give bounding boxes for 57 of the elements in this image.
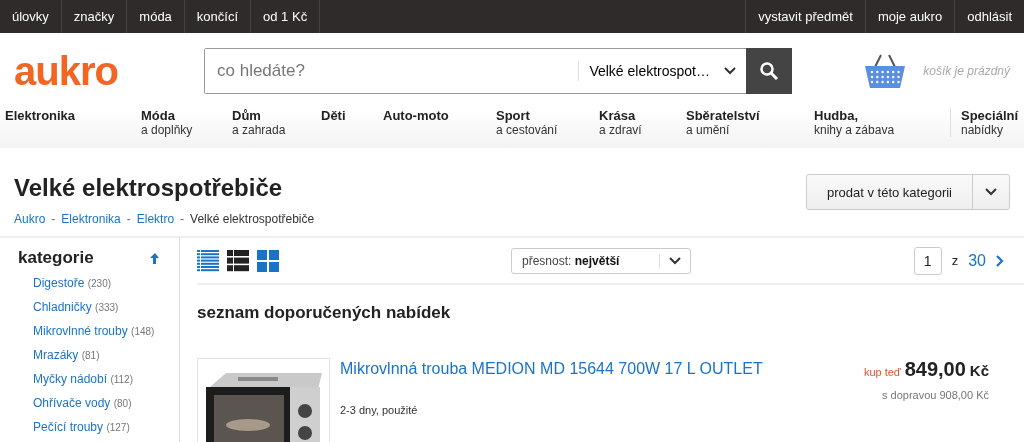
top-nav-link[interactable]: značky bbox=[61, 0, 128, 33]
search-button[interactable] bbox=[746, 47, 792, 94]
breadcrumb-link[interactable]: Elektronika bbox=[61, 212, 121, 226]
category-link[interactable]: Elektronika bbox=[5, 108, 141, 123]
breadcrumb-separator: - bbox=[180, 212, 185, 226]
sidebar-item[interactable]: Myčky nádobí (112) bbox=[33, 372, 161, 386]
page-title: Velké elektrospotřebiče bbox=[14, 174, 284, 202]
search-icon bbox=[759, 60, 779, 81]
sidebar-title: kategorie bbox=[18, 248, 94, 268]
category-link[interactable]: Krása a zdraví bbox=[599, 108, 686, 137]
chevron-down-icon bbox=[669, 256, 682, 265]
top-nav-link[interactable]: vystavit předmět bbox=[745, 0, 865, 33]
chevron-down-icon bbox=[724, 66, 736, 75]
category-link[interactable]: Speciální nabídky bbox=[950, 108, 1019, 137]
breadcrumb-separator: - bbox=[126, 212, 131, 226]
top-nav-link[interactable]: moje aukro bbox=[864, 0, 955, 33]
currency: Kč bbox=[969, 362, 989, 379]
category-link[interactable]: Hudba, knihy a zábava bbox=[814, 108, 940, 137]
section-title: seznam doporučených nabídek bbox=[197, 303, 452, 323]
sidebar-item[interactable]: Chladničky (333) bbox=[33, 300, 161, 314]
page-input[interactable]: 1 bbox=[913, 246, 942, 275]
offer-details: 2-3 dny, použité bbox=[340, 404, 419, 416]
search-bar[interactable]: co hledáte? Velké elektrospot… bbox=[204, 47, 792, 94]
top-nav-link[interactable]: končící bbox=[184, 0, 252, 33]
rows-view-icon[interactable] bbox=[227, 249, 249, 272]
breadcrumb-link[interactable]: Aukro bbox=[14, 212, 46, 226]
list-view-icon[interactable] bbox=[197, 249, 219, 272]
shipping-price: s dopravou 908,00 Kč bbox=[881, 389, 989, 401]
category-link[interactable]: Auto-moto bbox=[383, 108, 496, 123]
top-nav-link[interactable]: móda bbox=[127, 0, 185, 33]
breadcrumb-separator: - bbox=[51, 212, 56, 226]
arrow-up-icon[interactable] bbox=[149, 251, 161, 265]
offer-title-link[interactable]: Mikrovlnná trouba MEDION MD 15644 700W 17 L OUTLET bbox=[340, 360, 864, 378]
basket-icon[interactable] bbox=[863, 52, 908, 89]
offer-price: 849,00 bbox=[904, 358, 966, 381]
top-nav-link[interactable]: odhlásit bbox=[954, 0, 1024, 33]
grid-view-icon[interactable] bbox=[257, 249, 279, 272]
chevron-right-icon[interactable] bbox=[996, 254, 1004, 267]
sort-dropdown[interactable]: přesnost: největší bbox=[511, 247, 692, 274]
category-link[interactable]: Dům a zahrada bbox=[232, 108, 321, 137]
breadcrumb-link[interactable]: Elektro bbox=[136, 212, 175, 226]
chevron-down-icon bbox=[985, 188, 997, 196]
total-pages-link[interactable]: 30 bbox=[968, 251, 986, 270]
category-link[interactable]: Sport a cestování bbox=[496, 108, 599, 137]
category-link[interactable]: Móda a doplňky bbox=[141, 108, 232, 137]
sidebar-item[interactable]: Digestoře (230) bbox=[33, 276, 161, 290]
breadcrumb-current: Velké elektrospotřebiče bbox=[190, 212, 315, 226]
buy-now-label: kup teď bbox=[863, 366, 901, 378]
sidebar-item[interactable]: Ohřívače vody (80) bbox=[33, 396, 161, 410]
category-link[interactable]: Sběratelství a umění bbox=[686, 108, 814, 137]
sidebar-item[interactable]: Mikrovlnné trouby (148) bbox=[33, 324, 161, 338]
sidebar-item[interactable]: Pečící trouby (127) bbox=[33, 420, 161, 434]
top-nav-link[interactable]: úlovky bbox=[0, 0, 62, 33]
top-nav-link[interactable]: od 1 Kč bbox=[251, 0, 321, 33]
category-link[interactable]: Děti bbox=[321, 108, 383, 123]
page-separator: z bbox=[951, 253, 959, 268]
sidebar-item[interactable]: Mrazáky (81) bbox=[33, 348, 161, 362]
